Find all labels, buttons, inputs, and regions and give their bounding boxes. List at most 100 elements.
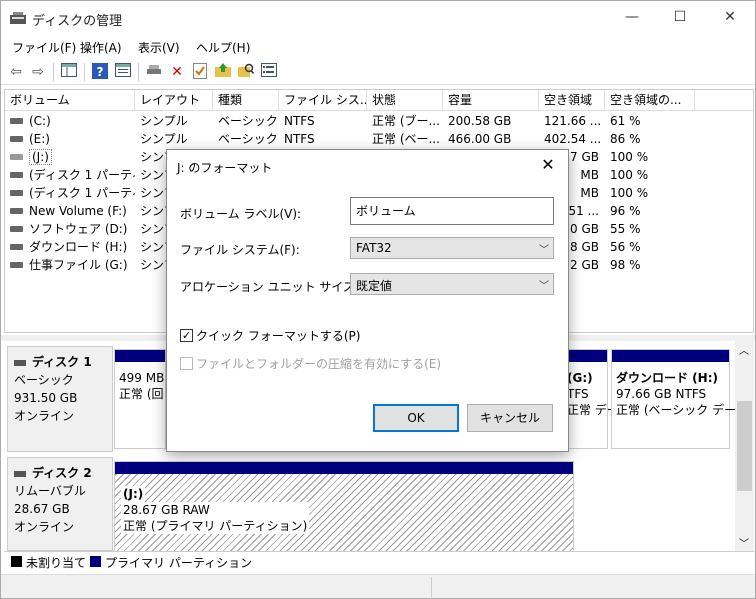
help-icon[interactable]: ?	[91, 63, 109, 81]
enable-compression-checkbox[interactable]: ファイルとフォルダーの圧縮を有効にする(E)	[180, 355, 441, 372]
status-bar	[1, 574, 755, 598]
volume-name: (E:)	[29, 132, 50, 146]
disk-2-partition-j[interactable]: (J:) 28.67 GB RAW 正常 (プライマリ パーティション)	[114, 461, 574, 551]
column-header-layout[interactable]: レイアウト	[135, 90, 213, 111]
disk-1-partition[interactable]: ダウンロード (H:) 97.66 GB NTFS 正常 (ベーシック デー	[611, 349, 735, 449]
search-folder-icon[interactable]	[237, 63, 255, 81]
partition-line: 正常 (プライマリ パーティション)	[121, 518, 310, 534]
back-arrow-icon[interactable]: ⇦	[7, 63, 25, 81]
volume-name-cell: (E:)	[5, 130, 135, 148]
legend-unallocated: 未割り当て	[26, 556, 87, 570]
disk-map-scrollbar[interactable]: ︿ ﹀	[735, 341, 754, 551]
menu-help[interactable]: ヘルプ(H)	[196, 39, 250, 56]
forward-arrow-icon[interactable]: ⇨	[29, 63, 47, 81]
volume-percent-free: 96 %	[610, 204, 641, 218]
chevron-down-icon: ﹀	[539, 281, 549, 292]
disk-2-name: ディスク 2	[32, 466, 92, 480]
folder-up-icon[interactable]	[214, 63, 232, 81]
volume-row[interactable]: (C:) シンプル ベーシック NTFS 正常 (ブー... 200.58 GB…	[5, 112, 753, 130]
maximize-button[interactable]: ☐	[657, 1, 703, 33]
volume-name: (C:)	[29, 114, 51, 128]
disk-1-state: オンライン	[14, 409, 75, 423]
removable-drive-icon	[10, 153, 23, 160]
disk-2-state: オンライン	[14, 520, 75, 534]
volume-name-cell: 仕事ファイル (G:)	[5, 256, 135, 274]
volume-filesystem: NTFS	[284, 132, 315, 146]
scroll-up-icon[interactable]: ︿	[739, 342, 749, 357]
partition-line: 97.66 GB NTFS	[616, 387, 707, 401]
column-header-volume[interactable]: ボリューム	[5, 90, 135, 111]
properties-icon[interactable]	[114, 63, 132, 81]
legend-primary-partition: プライマリ パーティション	[105, 556, 253, 570]
menu-file[interactable]: ファイル(F)	[12, 39, 76, 56]
quick-format-checkbox[interactable]: ✓ クイック フォーマットする(P)	[180, 327, 360, 344]
scroll-down-icon[interactable]: ﹀	[739, 535, 749, 550]
volume-row[interactable]: (E:) シンプル ベーシック NTFS 正常 (ベー... 466.00 GB…	[5, 130, 753, 148]
volume-name: 仕事ファイル (G:)	[29, 258, 128, 272]
column-header-status[interactable]: 状態	[367, 90, 443, 111]
volume-percent-free: 100 %	[610, 186, 649, 200]
volume-name: (ディスク 1 パーティ...	[29, 168, 135, 182]
column-header-free-space[interactable]: 空き領域	[539, 90, 605, 111]
disk-2-size: 28.67 GB	[14, 502, 70, 516]
menu-action[interactable]: 操作(A)	[80, 39, 122, 56]
close-button[interactable]: ✕	[707, 1, 753, 33]
allocation-unit-size-value: 既定値	[356, 279, 393, 293]
status-bar-divider	[431, 577, 432, 597]
volume-free: 402.54 ...	[544, 132, 602, 146]
volume-percent-free: 56 %	[610, 240, 641, 254]
menu-bar: ファイル(F) 操作(A) 表示(V) ヘルプ(H)	[1, 36, 755, 58]
disk-1-partition[interactable]: (G:) TFS 正常 デー	[564, 349, 619, 449]
checkbox-checked-icon[interactable]: ✓	[180, 329, 193, 342]
drive-icon	[10, 225, 23, 232]
dialog-title: J: のフォーマット	[177, 161, 273, 175]
file-system-select[interactable]: FAT32 ﹀	[350, 237, 554, 259]
partition-line: (J:)	[121, 486, 146, 502]
connect-drive-icon[interactable]	[145, 63, 163, 81]
volume-free: 121.66 ...	[544, 114, 602, 128]
volume-name: (ディスク 1 パーティ...	[29, 186, 135, 200]
partition-info: 499 MB 正常 (回	[119, 370, 164, 402]
delete-icon[interactable]: ✕	[168, 63, 186, 81]
disk-2-name-row: ディスク 2	[14, 464, 106, 482]
column-header-percent-free[interactable]: 空き領域の...	[605, 90, 695, 111]
scrollbar-thumb[interactable]	[737, 401, 752, 491]
cancel-button[interactable]: キャンセル	[467, 404, 553, 432]
toolbar-separator	[53, 63, 54, 81]
column-header-type[interactable]: 種類	[213, 90, 279, 111]
volume-percent-free: 86 %	[610, 132, 641, 146]
list-view-icon[interactable]	[260, 63, 278, 81]
partition-info: (J:) 28.67 GB RAW 正常 (プライマリ パーティション)	[121, 486, 310, 534]
volume-status: 正常 (ブー...	[372, 114, 440, 128]
toolbar-separator	[138, 63, 139, 81]
allocation-unit-size-select[interactable]: 既定値 ﹀	[350, 273, 554, 295]
volume-name-cell: (ディスク 1 パーティ...	[5, 166, 135, 184]
volume-percent-free: 100 %	[610, 150, 649, 164]
ok-button[interactable]: OK	[373, 404, 459, 432]
show-hide-console-tree-icon[interactable]	[60, 63, 78, 81]
drive-icon	[10, 261, 23, 268]
checklist-icon[interactable]	[191, 63, 209, 81]
dialog-close-icon[interactable]: ✕	[538, 155, 558, 175]
disk-1-name-row: ディスク 1	[14, 353, 106, 371]
disk-2-info[interactable]: ディスク 2 リムーバブル 28.67 GB オンライン	[7, 457, 113, 551]
volume-label-input[interactable]: ボリューム	[350, 197, 554, 225]
disk-1-partition[interactable]: 499 MB 正常 (回	[114, 349, 166, 449]
disk-1-name: ディスク 1	[32, 355, 92, 369]
volume-percent-free: 100 %	[610, 168, 649, 182]
minimize-button[interactable]: —	[609, 1, 655, 33]
volume-status: 正常 (ベー...	[372, 132, 440, 146]
menu-view[interactable]: 表示(V)	[138, 39, 180, 56]
column-header-filesystem[interactable]: ファイル シス...	[279, 90, 367, 111]
partition-header-bar	[612, 350, 729, 362]
disk-icon	[14, 359, 26, 366]
volume-capacity: 466.00 GB	[448, 132, 512, 146]
file-system-label: ファイル システム(F):	[180, 243, 300, 257]
disk-1-info[interactable]: ディスク 1 ベーシック 931.50 GB オンライン	[7, 346, 113, 452]
volume-percent-free: 98 %	[610, 258, 641, 272]
partition-header-bar	[565, 350, 607, 362]
volume-name: ソフトウェア (D:)	[29, 222, 128, 236]
column-header-capacity[interactable]: 容量	[443, 90, 539, 111]
drive-icon	[10, 189, 23, 196]
checkbox-icon[interactable]	[180, 357, 193, 370]
